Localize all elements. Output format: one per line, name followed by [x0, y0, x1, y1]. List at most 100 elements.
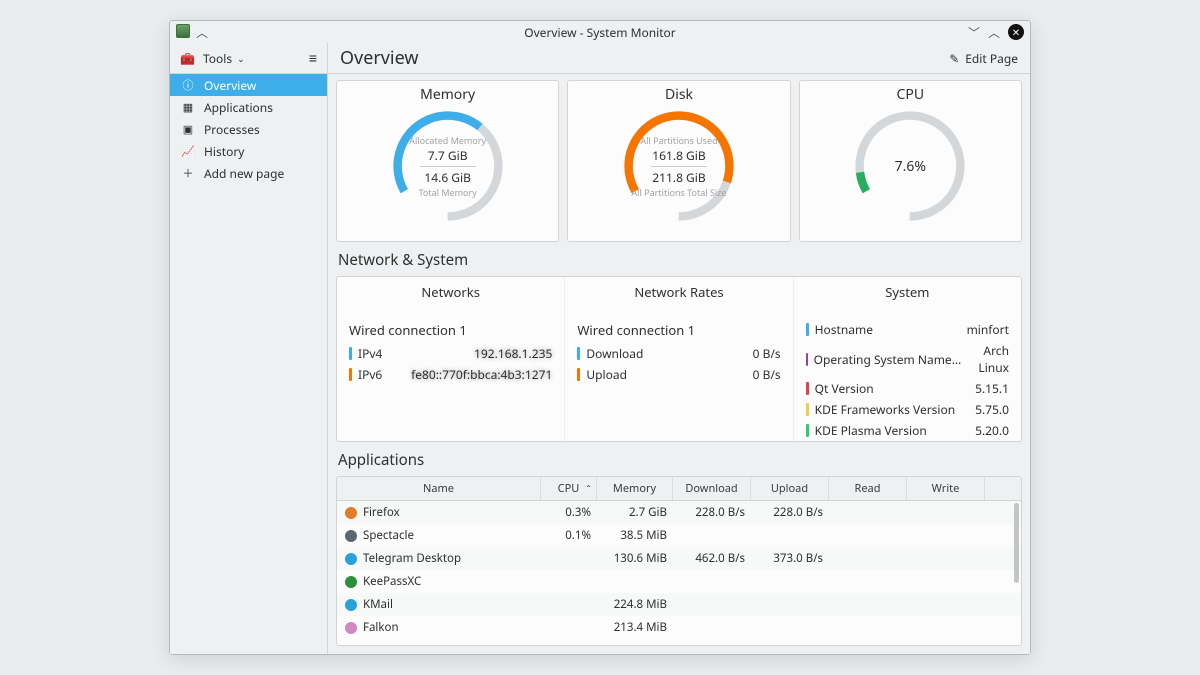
scrollbar[interactable]: [1014, 503, 1019, 583]
app-download: [673, 578, 751, 586]
app-write: [907, 509, 985, 517]
kv-value: 0 B/s: [753, 345, 781, 362]
minimize-icon[interactable]: ﹀: [968, 24, 980, 41]
column-header-upload[interactable]: Upload: [751, 477, 829, 500]
sidebar-item-label: Processes: [204, 121, 260, 138]
app-row[interactable]: KeePassXC: [337, 570, 1021, 593]
memory-total: 14.6 GiB: [424, 169, 471, 186]
app-upload: 228.0 B/s: [751, 501, 829, 524]
kv-key: Operating System Name an...: [814, 351, 964, 368]
app-read: [829, 555, 907, 563]
color-bar: [806, 403, 809, 416]
app-row[interactable]: Spectacle 0.1% 38.5 MiB: [337, 524, 1021, 547]
app-upload: [751, 601, 829, 609]
color-bar: [577, 347, 580, 360]
close-icon[interactable]: ✕: [1008, 24, 1024, 40]
app-download: [673, 624, 751, 632]
kv-value: 192.168.1.235: [474, 345, 552, 362]
window-title: Overview - System Monitor: [170, 24, 1030, 41]
color-bar: [806, 424, 809, 437]
toolbar-main: Overview ✎ Edit Page: [328, 43, 1030, 73]
app-cpu: [541, 601, 597, 609]
app-icon: [345, 576, 357, 588]
app-download: [673, 532, 751, 540]
app-memory: 224.8 MiB: [597, 593, 673, 616]
sidebar-item-history[interactable]: 📈History: [170, 140, 327, 162]
app-icon: [345, 553, 357, 565]
app-cpu: 0.3%: [541, 501, 597, 524]
sidebar: ⓘOverview▦Applications▣Processes📈History…: [170, 74, 328, 654]
column-header-download[interactable]: Download: [673, 477, 751, 500]
summary-cards: Memory Allocated Memory 7.7 GiB 14.6 GiB…: [336, 80, 1022, 242]
color-bar: [806, 382, 809, 395]
network-system-card: Networks Wired connection 1 IPv4 192.168…: [336, 276, 1022, 442]
networks-title: Networks: [349, 283, 552, 301]
kv-key: Qt Version: [815, 380, 874, 397]
app-read: [829, 509, 907, 517]
chart-icon: 📈: [182, 145, 194, 157]
color-bar: [349, 347, 352, 360]
app-icon: [345, 622, 357, 634]
tools-label: Tools: [203, 50, 232, 67]
app-memory: [597, 578, 673, 586]
kv-value: minfort: [967, 321, 1009, 338]
hamburger-icon[interactable]: ≡: [309, 49, 317, 68]
kv-key: Hostname: [815, 321, 873, 338]
page-title: Overview: [340, 46, 419, 70]
sidebar-item-label: Applications: [204, 99, 273, 116]
rates-row: Download 0 B/s: [577, 345, 780, 362]
app-memory: 130.6 MiB: [597, 547, 673, 570]
app-name: KeePassXC: [363, 574, 421, 589]
app-upload: 373.0 B/s: [751, 547, 829, 570]
disk-sublabel-bottom: All Partitions Total Size: [631, 186, 726, 199]
app-name: Falkon: [363, 620, 399, 635]
app-read: [829, 601, 907, 609]
toolbar-left: 🧰 Tools ⌄ ≡: [170, 43, 328, 73]
app-cpu: [541, 578, 597, 586]
app-icon: [345, 599, 357, 611]
app-memory: 213.4 MiB: [597, 616, 673, 639]
app-write: [907, 624, 985, 632]
networks-row: IPv4 192.168.1.235: [349, 345, 552, 362]
app-name: Firefox: [363, 505, 400, 520]
sidebar-item-processes[interactable]: ▣Processes: [170, 118, 327, 140]
toolbox-icon: 🧰: [180, 50, 195, 67]
edit-page-button[interactable]: ✎ Edit Page: [949, 50, 1018, 67]
kv-value: 5.15.1: [975, 380, 1009, 397]
titlebar: ︿ Overview - System Monitor ﹀ ︿ ✕: [170, 21, 1030, 43]
maximize-icon[interactable]: ︿: [988, 24, 1000, 41]
apps-body[interactable]: Firefox 0.3% 2.7 GiB 228.0 B/s 228.0 B/s…: [337, 501, 1021, 639]
system-row: Hostname minfort: [806, 321, 1009, 338]
column-header-write[interactable]: Write: [907, 477, 985, 500]
rates-conn-name: Wired connection 1: [577, 321, 780, 339]
network-section-title: Network & System: [338, 250, 1022, 270]
kv-value: fe80::770f:bbca:4b3:1271: [411, 366, 552, 383]
app-name: KMail: [363, 597, 393, 612]
disk-sublabel-top: All Partitions Used: [640, 134, 717, 147]
color-bar: [806, 353, 808, 366]
app-write: [907, 578, 985, 586]
kv-value: 5.75.0: [975, 401, 1009, 418]
tools-menu[interactable]: Tools ⌄: [203, 50, 245, 67]
networks-row: IPv6 fe80::770f:bbca:4b3:1271: [349, 366, 552, 383]
sidebar-item-add-new-page[interactable]: ＋Add new page: [170, 162, 327, 184]
memory-used: 7.7 GiB: [428, 147, 468, 164]
app-upload: [751, 624, 829, 632]
app-write: [907, 601, 985, 609]
app-row[interactable]: Firefox 0.3% 2.7 GiB 228.0 B/s 228.0 B/s: [337, 501, 1021, 524]
color-bar: [577, 368, 580, 381]
app-row[interactable]: KMail 224.8 MiB: [337, 593, 1021, 616]
plus-icon: ＋: [182, 167, 194, 179]
app-name: Telegram Desktop: [363, 551, 461, 566]
app-row[interactable]: Telegram Desktop 130.6 MiB 462.0 B/s 373…: [337, 547, 1021, 570]
column-header-cpu[interactable]: CPU⌃: [541, 477, 597, 500]
column-header-read[interactable]: Read: [829, 477, 907, 500]
app-row[interactable]: Falkon 213.4 MiB: [337, 616, 1021, 639]
system-row: Qt Version 5.15.1: [806, 380, 1009, 397]
pin-icon[interactable]: ︿: [196, 24, 208, 41]
sidebar-item-overview[interactable]: ⓘOverview: [170, 74, 327, 96]
cpu-value: 7.6%: [895, 157, 926, 176]
column-header-name[interactable]: Name: [337, 477, 541, 500]
column-header-memory[interactable]: Memory: [597, 477, 673, 500]
sidebar-item-applications[interactable]: ▦Applications: [170, 96, 327, 118]
